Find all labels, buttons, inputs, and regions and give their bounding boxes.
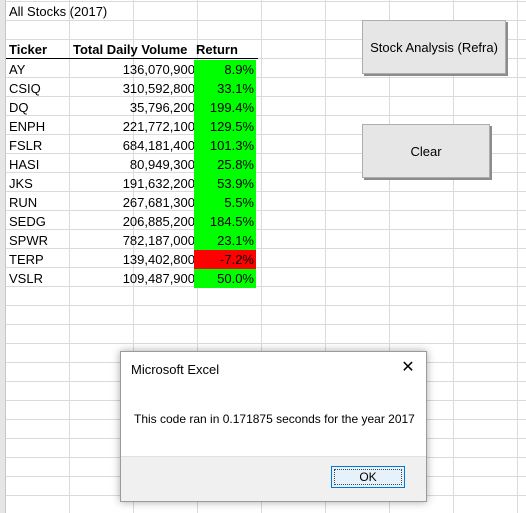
return-cell[interactable]: 25.8% [194, 155, 256, 174]
ticker-cell[interactable]: VSLR [9, 269, 43, 288]
table-row: TERP 139,402,800 -7.2% [6, 250, 258, 269]
return-cell[interactable]: 184.5% [194, 212, 256, 231]
table-row: SEDG 206,885,200 184.5% [6, 212, 258, 231]
volume-cell[interactable]: 109,487,900 [70, 269, 195, 288]
volume-cell[interactable]: 136,070,900 [70, 60, 195, 79]
table-row: SPWR 782,187,000 23.1% [6, 231, 258, 250]
return-cell[interactable]: 199.4% [194, 98, 256, 117]
return-cell[interactable]: 5.5% [194, 193, 256, 212]
dialog-title: Microsoft Excel [131, 362, 220, 377]
clear-button[interactable]: Clear [362, 124, 490, 178]
table-row: DQ 35,796,200 199.4% [6, 98, 258, 117]
ticker-cell[interactable]: TERP [9, 250, 44, 269]
message-dialog: Microsoft Excel ✕ This code ran in 0.171… [120, 351, 427, 502]
stock-analysis-button[interactable]: Stock Analysis (Refra) [362, 20, 506, 74]
table-row: RUN 267,681,300 5.5% [6, 193, 258, 212]
volume-cell[interactable]: 206,885,200 [70, 212, 195, 231]
table-row: AY 136,070,900 8.9% [6, 60, 258, 79]
return-cell[interactable]: 33.1% [194, 79, 256, 98]
volume-cell[interactable]: 267,681,300 [70, 193, 195, 212]
ticker-cell[interactable]: JKS [9, 174, 33, 193]
sheet-title[interactable]: All Stocks (2017) [9, 2, 107, 21]
return-cell[interactable]: 8.9% [194, 60, 256, 79]
ticker-cell[interactable]: ENPH [9, 117, 45, 136]
table-row: FSLR 684,181,400 101.3% [6, 136, 258, 155]
ticker-cell[interactable]: AY [9, 60, 25, 79]
header-underline [6, 58, 258, 59]
ticker-cell[interactable]: CSIQ [9, 79, 41, 98]
return-cell[interactable]: 129.5% [194, 117, 256, 136]
return-cell[interactable]: 23.1% [194, 231, 256, 250]
return-cell[interactable]: 101.3% [194, 136, 256, 155]
volume-cell[interactable]: 35,796,200 [70, 98, 195, 117]
table-row: VSLR 109,487,900 50.0% [6, 269, 258, 288]
volume-cell[interactable]: 139,402,800 [70, 250, 195, 269]
close-icon[interactable]: ✕ [398, 358, 418, 378]
dialog-footer: OK [121, 456, 426, 501]
volume-cell[interactable]: 684,181,400 [70, 136, 195, 155]
header-return[interactable]: Return [196, 40, 238, 59]
dialog-message: This code ran in 0.171875 seconds for th… [134, 412, 415, 426]
ticker-cell[interactable]: DQ [9, 98, 29, 117]
ticker-cell[interactable]: RUN [9, 193, 37, 212]
volume-cell[interactable]: 782,187,000 [70, 231, 195, 250]
ticker-cell[interactable]: SEDG [9, 212, 46, 231]
volume-cell[interactable]: 191,632,200 [70, 174, 195, 193]
volume-cell[interactable]: 310,592,800 [70, 79, 195, 98]
volume-cell[interactable]: 80,949,300 [70, 155, 195, 174]
ticker-cell[interactable]: HASI [9, 155, 39, 174]
ticker-cell[interactable]: FSLR [9, 136, 42, 155]
volume-cell[interactable]: 221,772,100 [70, 117, 195, 136]
header-volume[interactable]: Total Daily Volume [73, 40, 187, 59]
return-cell[interactable]: 53.9% [194, 174, 256, 193]
return-cell[interactable]: -7.2% [194, 250, 256, 269]
table-row: ENPH 221,772,100 129.5% [6, 117, 258, 136]
table-row: JKS 191,632,200 53.9% [6, 174, 258, 193]
header-ticker[interactable]: Ticker [9, 40, 47, 59]
table-row: HASI 80,949,300 25.8% [6, 155, 258, 174]
ok-button[interactable]: OK [331, 466, 405, 488]
return-cell[interactable]: 50.0% [194, 269, 256, 288]
table-row: CSIQ 310,592,800 33.1% [6, 79, 258, 98]
ticker-cell[interactable]: SPWR [9, 231, 48, 250]
